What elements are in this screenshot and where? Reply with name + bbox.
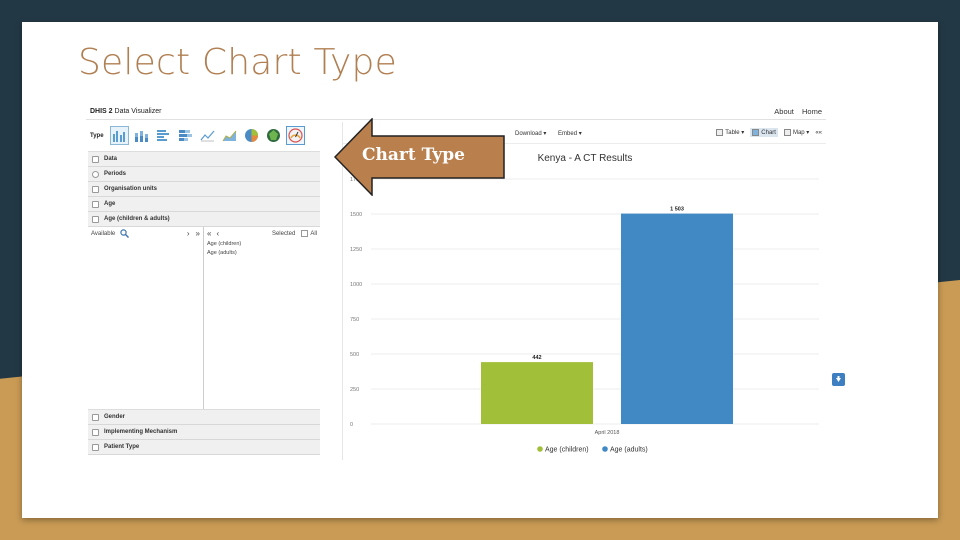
- pie-chart-icon[interactable]: [242, 126, 261, 145]
- bar-chart-icon[interactable]: [154, 126, 173, 145]
- move-all-right-button[interactable]: »: [196, 229, 200, 238]
- y-tick-label: 1500: [350, 212, 362, 218]
- legend-marker: [537, 446, 543, 452]
- available-header: Available › »: [91, 229, 200, 238]
- slide-title: Select Chart Type: [78, 42, 397, 83]
- bar-adults: [621, 213, 733, 424]
- stacked-column-icon[interactable]: [132, 126, 151, 145]
- embed-menu[interactable]: Embed ▾: [558, 131, 582, 137]
- area-chart-icon[interactable]: [220, 126, 239, 145]
- select-all-checkbox[interactable]: [301, 230, 309, 237]
- column-chart-icon[interactable]: [110, 126, 129, 145]
- y-tick-label: 500: [350, 352, 359, 358]
- top-links: About Home: [768, 107, 822, 116]
- y-tick-label: 0: [350, 422, 353, 428]
- home-link[interactable]: Home: [802, 107, 822, 116]
- app-title: DHIS 2 Data Visualizer: [90, 108, 162, 115]
- scroll-down-button[interactable]: [832, 373, 845, 386]
- toolbar-left: Download ▾ Embed ▾: [515, 130, 592, 137]
- chart-icon: [752, 129, 760, 136]
- available-pane: Available › »: [88, 227, 204, 409]
- map-button[interactable]: Map ▾: [783, 129, 809, 136]
- gauge-chart-icon[interactable]: [286, 126, 305, 145]
- section-gender[interactable]: Gender: [88, 410, 320, 425]
- legend-marker: [602, 446, 608, 452]
- type-label: Type: [90, 133, 104, 139]
- table-icon: [716, 129, 724, 136]
- collapse-button[interactable]: ««: [815, 130, 822, 136]
- left-panel: Type Data Periods Organisation units Age…: [88, 122, 320, 455]
- table-button[interactable]: Table ▾: [716, 129, 744, 136]
- clock-icon: [92, 170, 99, 178]
- y-tick-label: 250: [350, 387, 359, 393]
- selected-items: Age (children) Age (adults): [204, 240, 320, 258]
- org-unit-icon: [92, 185, 99, 193]
- arrow-down-icon: [836, 376, 841, 382]
- selected-header: « ‹ Selected All: [204, 227, 320, 240]
- callout-text: Chart Type: [362, 145, 465, 165]
- section-age[interactable]: Age: [88, 197, 320, 212]
- section-implementing-mechanism[interactable]: Implementing Mechanism: [88, 425, 320, 440]
- section-age-children-adults[interactable]: Age (children & adults): [88, 212, 320, 227]
- stacked-bar-icon[interactable]: [176, 126, 195, 145]
- section-data[interactable]: Data: [88, 152, 320, 167]
- list-item[interactable]: Age (adults): [204, 249, 320, 258]
- chart-button[interactable]: Chart: [750, 128, 778, 137]
- section-org-units[interactable]: Organisation units: [88, 182, 320, 197]
- data-icon: [92, 155, 99, 163]
- download-menu[interactable]: Download ▾: [515, 131, 546, 137]
- dimension-selector: Available › » « ‹ Selected All Age (chil…: [88, 227, 320, 410]
- section-patient-type[interactable]: Patient Type: [88, 440, 320, 455]
- y-tick-label: 1250: [350, 247, 362, 253]
- dimension-icon: [92, 413, 99, 421]
- selected-label: Selected: [271, 230, 296, 237]
- about-link[interactable]: About: [774, 107, 794, 116]
- legend-label: Age (adults): [610, 447, 648, 454]
- legend-label: Age (children): [545, 447, 589, 454]
- selected-pane: « ‹ Selected All Age (children) Age (adu…: [204, 227, 320, 409]
- search-icon[interactable]: [120, 229, 130, 238]
- toolbar-right: Table ▾ Chart Map ▾ ««: [716, 128, 822, 137]
- chart-type-icons: [110, 126, 305, 145]
- data-label: 442: [532, 355, 541, 361]
- y-tick-label: 750: [350, 317, 359, 323]
- move-all-left-button[interactable]: «: [207, 229, 211, 238]
- move-right-button[interactable]: ›: [187, 229, 190, 238]
- bar-children: [481, 362, 593, 424]
- data-label: 1 503: [670, 207, 684, 213]
- move-left-button[interactable]: ‹: [216, 229, 219, 238]
- chart-type-bar: Type: [88, 122, 320, 152]
- dimension-icon: [92, 215, 99, 223]
- list-item[interactable]: Age (children): [204, 240, 320, 249]
- section-periods[interactable]: Periods: [88, 167, 320, 182]
- y-tick-label: 1000: [350, 282, 362, 288]
- all-label: All: [310, 230, 317, 237]
- dimension-icon: [92, 200, 99, 208]
- map-icon: [783, 129, 791, 136]
- x-tick-label: April 2018: [595, 430, 620, 436]
- radar-chart-icon[interactable]: [264, 126, 283, 145]
- dimension-icon: [92, 428, 99, 436]
- line-chart-icon[interactable]: [198, 126, 217, 145]
- dimension-icon: [92, 443, 99, 451]
- chart-title: Kenya - A CT Results: [538, 153, 633, 164]
